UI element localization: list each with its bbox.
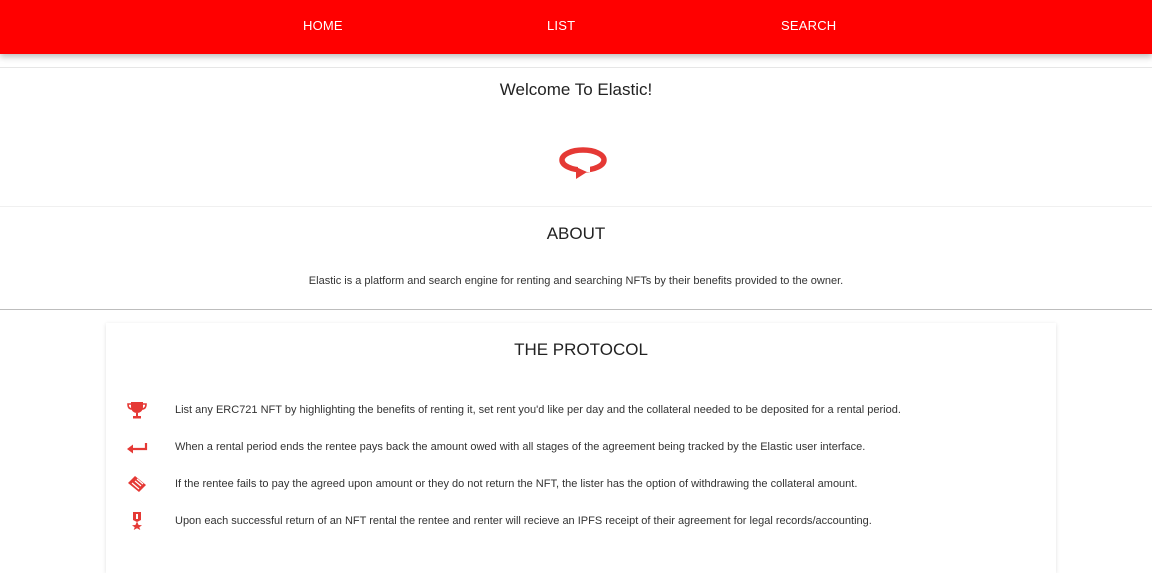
divider: [0, 67, 1152, 68]
award-icon: [132, 512, 142, 530]
protocol-item-text: If the rentee fails to pay the agreed up…: [175, 478, 858, 490]
protocol-item-text: When a rental period ends the rentee pay…: [175, 441, 866, 453]
return-arrow-icon: [127, 443, 148, 454]
protocol-item: When a rental period ends the rentee pay…: [126, 438, 1046, 458]
elastic-loop-icon: [559, 147, 607, 179]
top-navbar: HOME LIST SEARCH: [0, 0, 1152, 54]
trophy-icon: [127, 402, 147, 419]
protocol-item-text: Upon each successful return of an NFT re…: [175, 515, 872, 527]
protocol-item-text: List any ERC721 NFT by highlighting the …: [175, 404, 901, 416]
about-title: ABOUT: [546, 224, 606, 243]
welcome-title: Welcome To Elastic!: [499, 80, 653, 99]
protocol-item: If the rentee fails to pay the agreed up…: [126, 475, 1046, 495]
handshake-icon: [128, 476, 146, 492]
nav-search-link[interactable]: SEARCH: [781, 18, 836, 33]
divider: [0, 206, 1152, 207]
protocol-item: List any ERC721 NFT by highlighting the …: [126, 401, 1046, 421]
nav-list-link[interactable]: LIST: [547, 18, 575, 33]
protocol-item: Upon each successful return of an NFT re…: [126, 512, 1046, 532]
divider: [0, 309, 1152, 310]
about-description: Elastic is a platform and search engine …: [308, 275, 844, 287]
protocol-title: THE PROTOCOL: [514, 340, 648, 359]
nav-home-link[interactable]: HOME: [303, 18, 343, 33]
